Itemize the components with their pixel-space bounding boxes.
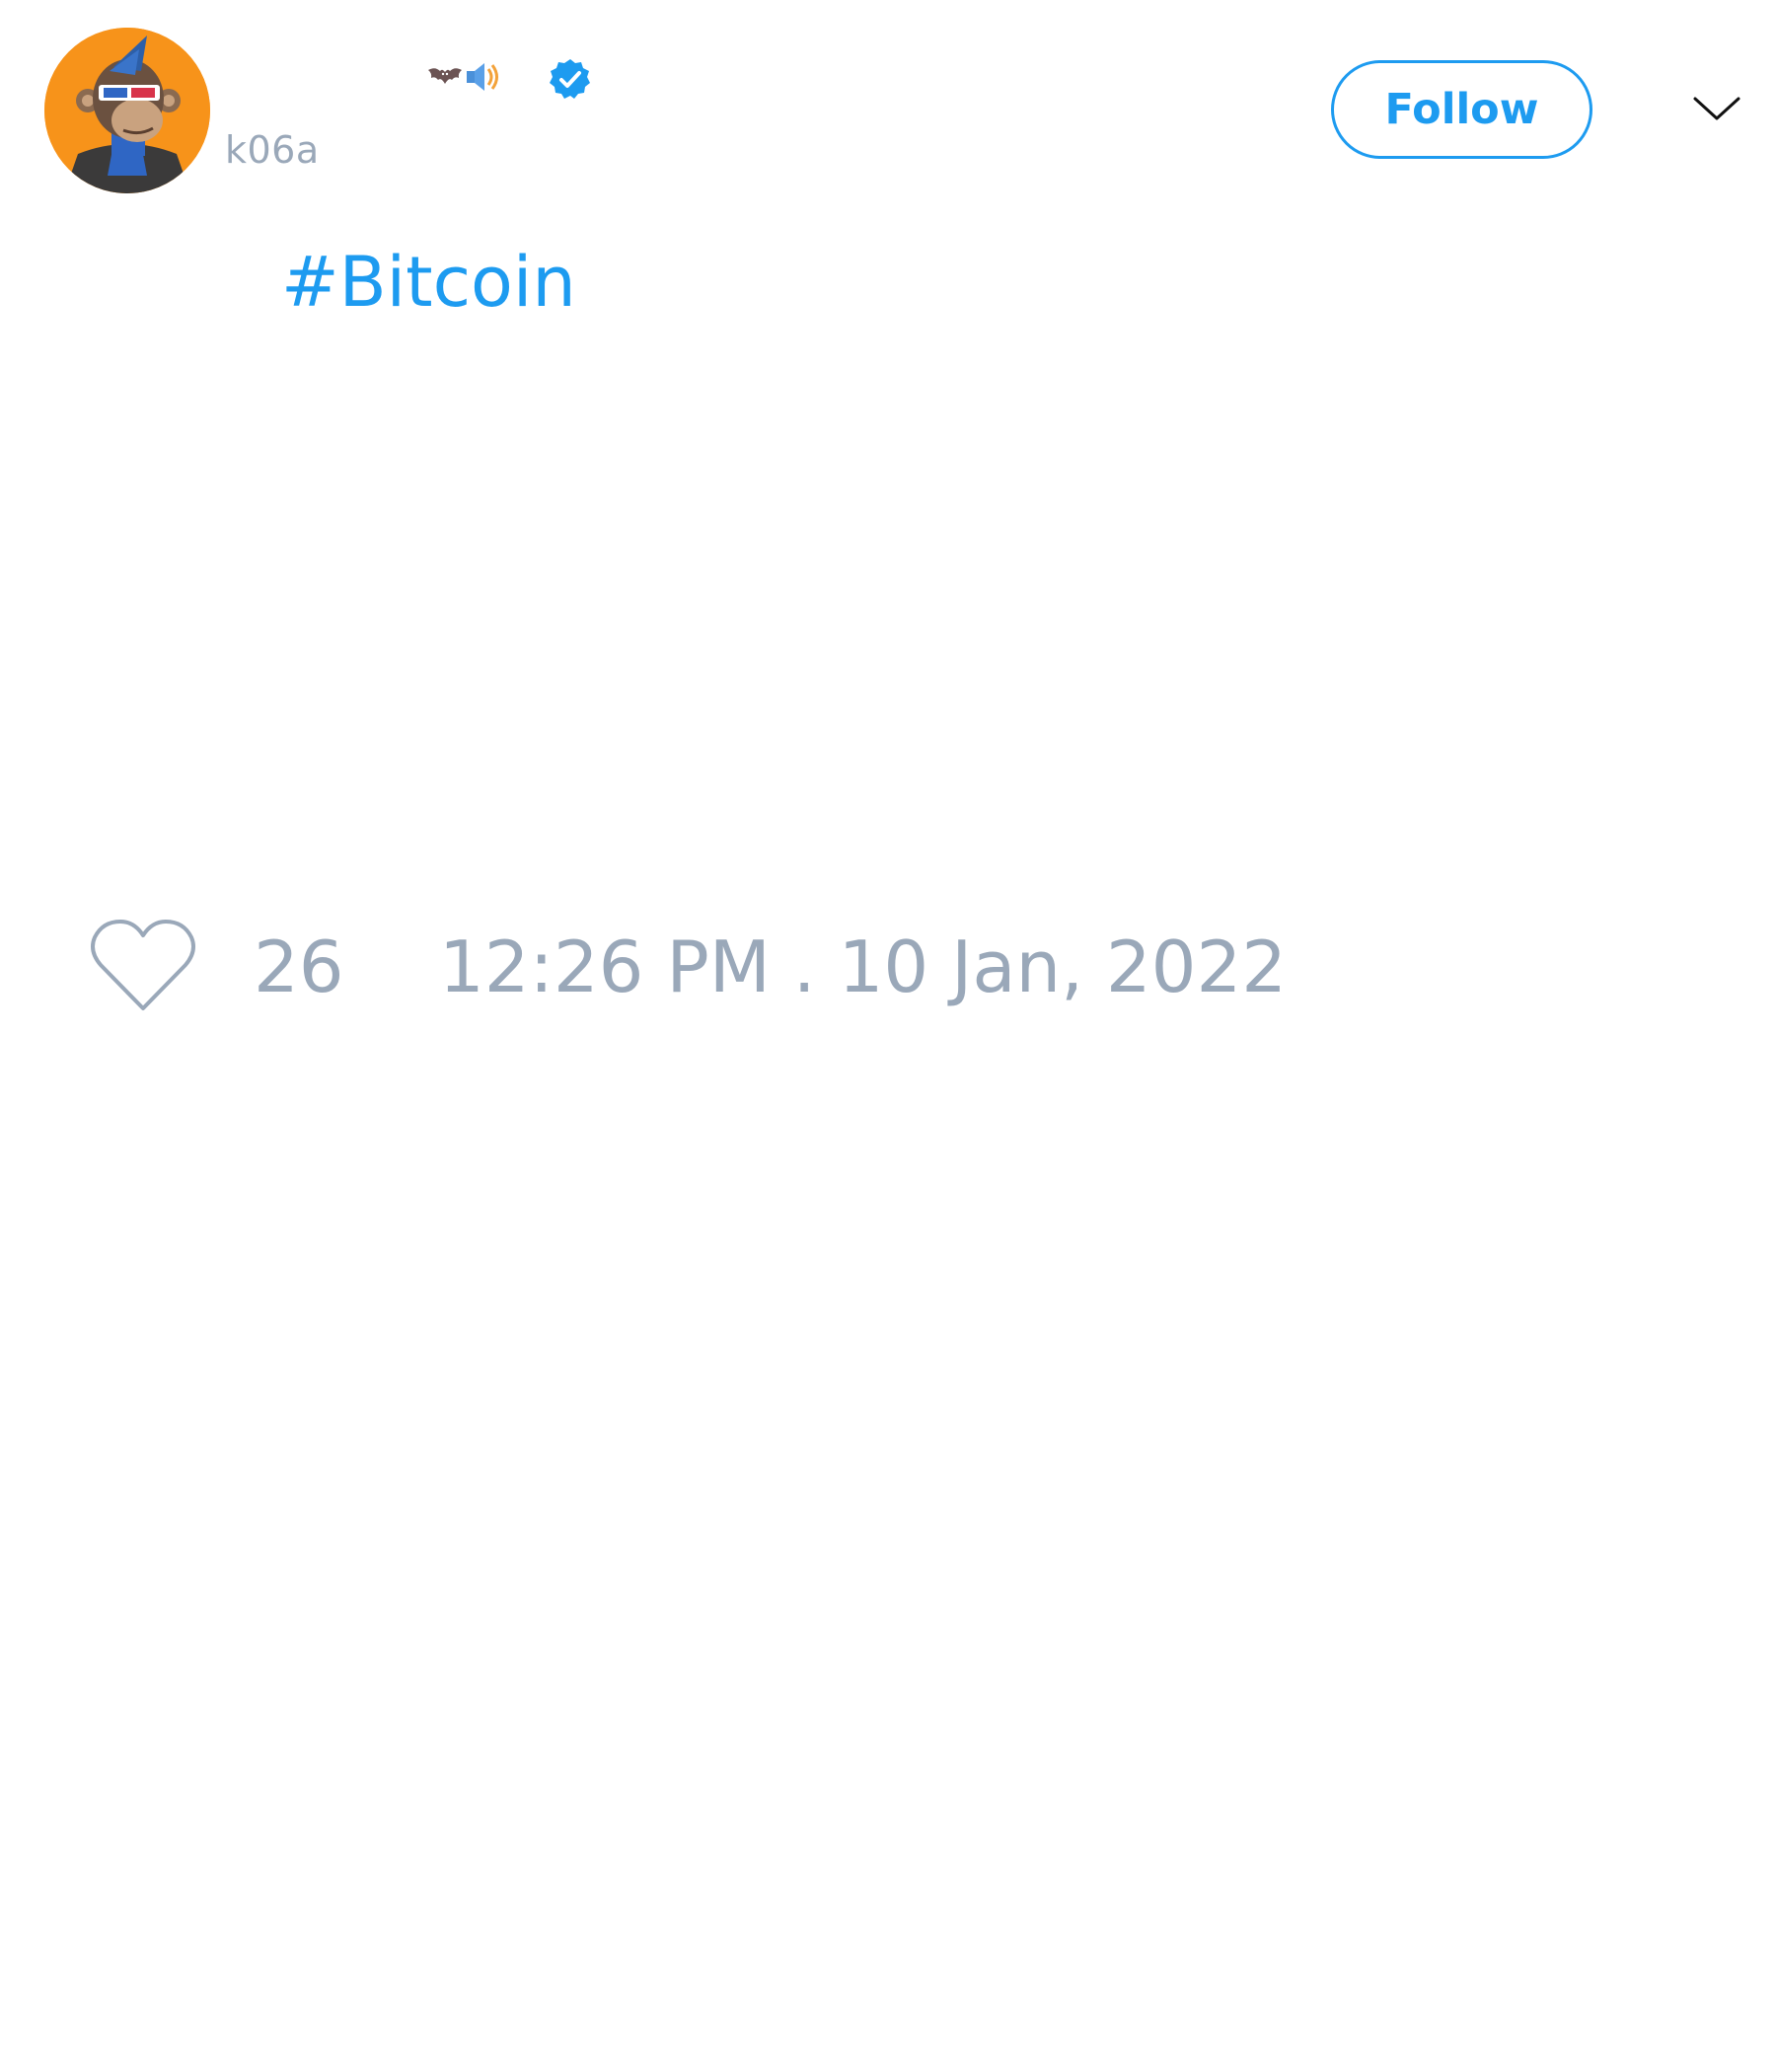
verified-badge-icon — [550, 59, 590, 99]
chevron-down-icon[interactable] — [1689, 89, 1744, 128]
display-name-emoji — [427, 59, 502, 95]
like-count: 26 — [254, 925, 344, 1008]
author-display-name[interactable] — [225, 57, 620, 107]
ape-avatar-image — [44, 28, 210, 193]
tweet-footer: 26 12:26 PM . 10 Jan, 2022 — [89, 918, 1371, 1016]
follow-button[interactable]: Follow — [1331, 60, 1592, 159]
heart-icon[interactable] — [89, 918, 197, 1016]
bat-emoji-icon — [428, 68, 462, 84]
speaker-emoji-icon — [467, 63, 498, 91]
author-handle[interactable]: k06a — [225, 128, 320, 172]
tweet-hashtag-link[interactable]: #Bitcoin — [281, 242, 576, 323]
author-avatar[interactable] — [44, 28, 210, 193]
tweet-timestamp[interactable]: 12:26 PM . 10 Jan, 2022 — [439, 925, 1287, 1008]
tweet-card: k06a Follow #Bitcoin 26 12:26 PM . 10 Ja… — [0, 0, 1776, 2072]
